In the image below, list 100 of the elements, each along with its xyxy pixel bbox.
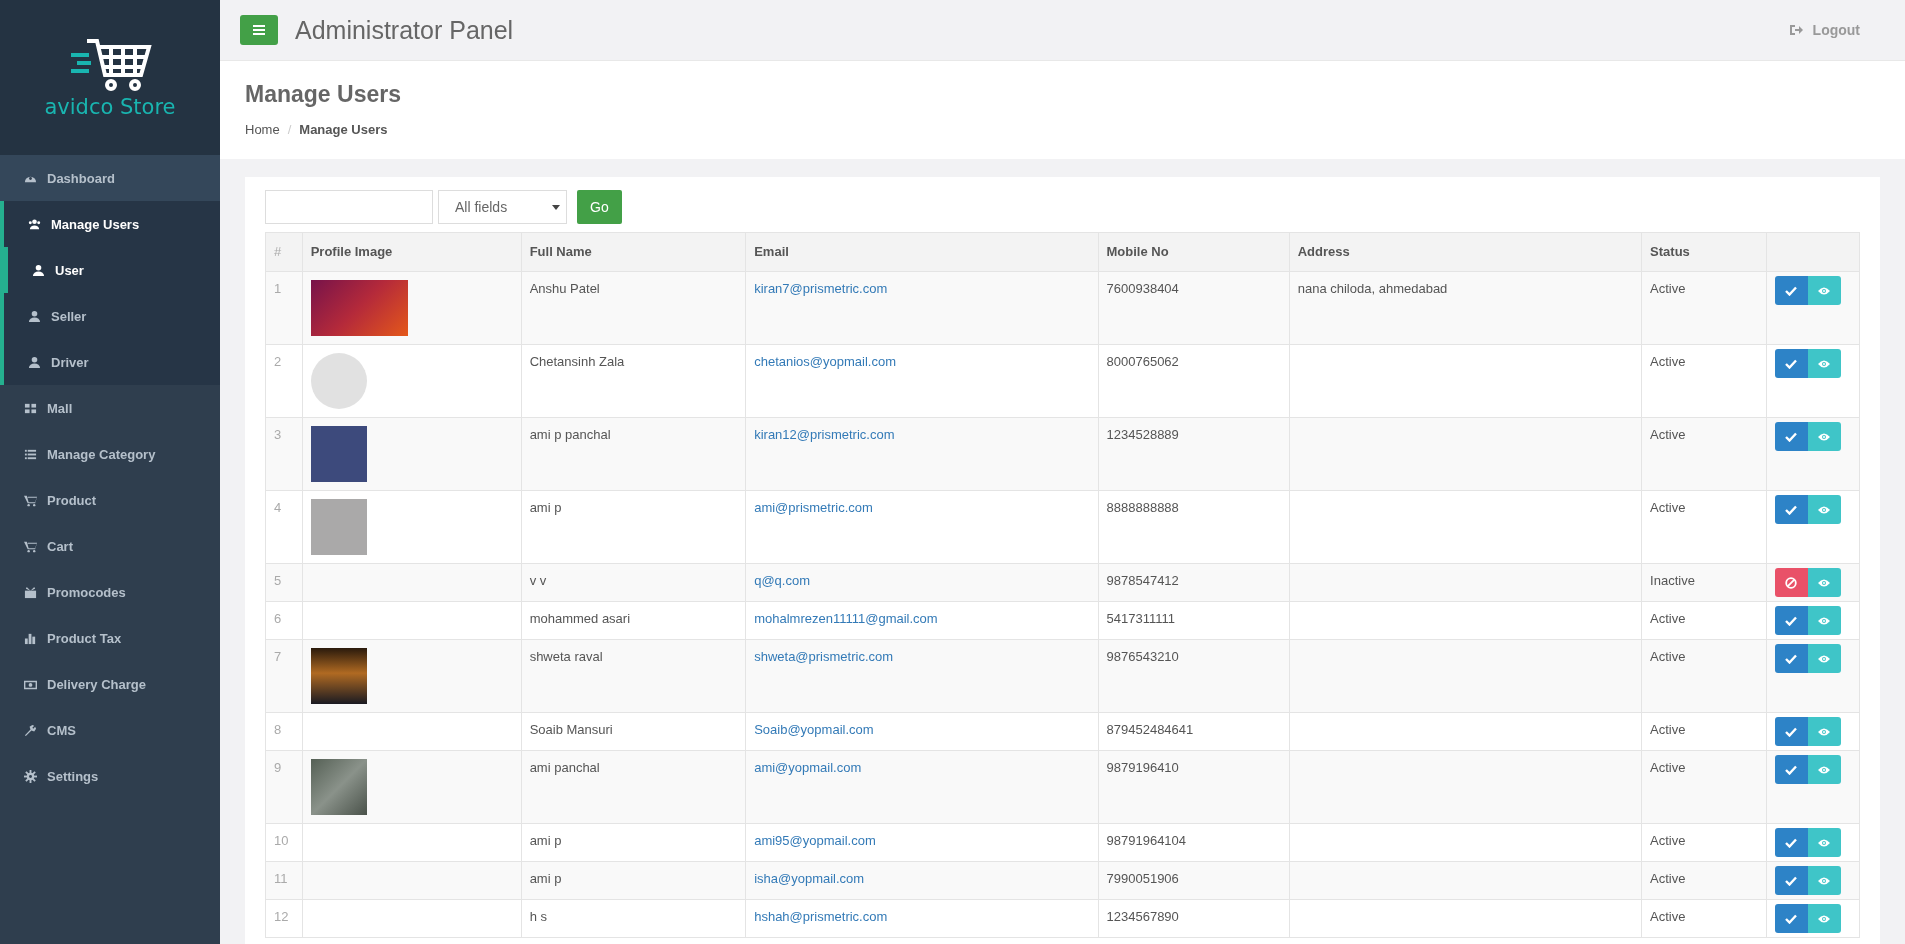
go-button[interactable]: Go [577,190,622,224]
check-icon [1785,726,1798,737]
check-icon [1785,837,1798,848]
status-text: Active [1641,417,1767,491]
eye-icon [1818,654,1831,663]
panel-title: Administrator Panel [295,15,515,45]
email-link[interactable]: shweta@prismetric.com [754,649,894,665]
sidebar-item[interactable]: CMS [0,707,220,753]
sidebar-item[interactable]: Seller [4,293,220,339]
check-icon [1785,431,1798,442]
logout-icon [1789,24,1803,36]
table-cell: 9878547412 [1098,563,1290,602]
check-button[interactable] [1774,606,1808,636]
view-button[interactable] [1807,644,1841,674]
user-icon [28,355,41,369]
eye-icon [1818,505,1831,514]
view-button[interactable] [1807,828,1841,858]
list-icon [24,447,37,461]
breadcrumb-item[interactable]: Home [245,122,280,137]
row-number: 5 [265,563,303,602]
column-header: Profile Image [302,232,522,272]
sidebar-item[interactable]: Dashboard [0,155,220,201]
check-icon [1785,764,1798,775]
check-button[interactable] [1774,866,1808,896]
email-link[interactable]: isha@yopmail.com [754,871,865,887]
sidebar-item[interactable]: Product [0,477,220,523]
check-button[interactable] [1774,755,1808,785]
search-field[interactable] [265,190,433,224]
table-cell: 8888888888 [1098,490,1290,564]
check-button[interactable] [1774,828,1808,858]
table-cell: 9876543210 [1098,639,1290,713]
sidebar-item[interactable]: Settings [0,753,220,799]
sidebar-item[interactable]: User [0,247,220,293]
table-cell: 7600938404 [1098,271,1290,345]
sidebar-item[interactable]: Driver [4,339,220,385]
email-link[interactable]: chetanios@yopmail.com [754,354,896,370]
column-header: Mobile No [1098,232,1290,272]
email-link[interactable]: ami95@yopmail.com [754,833,876,849]
column-header: Full Name [521,232,746,272]
bar-chart-icon [24,631,37,645]
view-button[interactable] [1807,276,1841,306]
view-button[interactable] [1807,568,1841,598]
check-icon [1785,285,1798,296]
view-button[interactable] [1807,422,1841,452]
table-cell: 98791964104 [1098,823,1290,862]
check-button[interactable] [1774,349,1808,379]
check-button[interactable] [1774,644,1808,674]
wrench-icon [24,723,37,737]
eye-icon [1818,765,1831,774]
sidebar-item[interactable]: Manage Category [0,431,220,477]
status-text: Active [1641,861,1767,900]
check-icon [1785,358,1798,369]
check-button[interactable] [1774,422,1808,452]
email-link[interactable]: kiran12@prismetric.com [754,427,895,443]
view-button[interactable] [1807,866,1841,896]
sidebar-item[interactable]: Product Tax [0,615,220,661]
eye-icon [1818,914,1831,923]
sidebar-item[interactable]: Manage Users [4,201,220,247]
check-button[interactable] [1774,717,1808,747]
view-button[interactable] [1807,755,1841,785]
email-link[interactable]: ami@prismetric.com [754,500,873,516]
user-icon [28,309,41,323]
table-cell: ami p [521,823,746,862]
check-icon [1785,653,1798,664]
status-text: Active [1641,639,1767,713]
caret-icon [552,204,560,210]
status-text: Active [1641,823,1767,862]
email-link[interactable]: Soaib@yopmail.com [754,722,874,738]
view-button[interactable] [1807,495,1841,525]
view-button[interactable] [1807,349,1841,379]
table-cell: ami p [521,861,746,900]
ban-button[interactable] [1774,568,1808,598]
sidebar-item[interactable]: Promocodes [0,569,220,615]
menu-button[interactable] [240,15,278,45]
grid-icon [24,401,37,415]
table-cell: 9879196410 [1098,750,1290,824]
email-link[interactable]: kiran7@prismetric.com [754,281,888,297]
table-cell: Chetansinh Zala [521,344,746,418]
email-link[interactable]: q@q.com [754,573,810,589]
view-button[interactable] [1807,904,1841,934]
table-cell: nana chiloda, ahmedabad [1289,271,1642,345]
email-link[interactable]: ami@yopmail.com [754,760,862,776]
sidebar-item[interactable]: Cart [0,523,220,569]
eye-icon [1818,286,1831,295]
eye-icon [1818,727,1831,736]
view-button[interactable] [1807,606,1841,636]
check-button[interactable] [1774,495,1808,525]
settings-icon [24,769,37,783]
check-button[interactable] [1774,904,1808,934]
eye-icon [1818,432,1831,441]
sidebar-item[interactable]: Mall [0,385,220,431]
user-icon [32,263,45,277]
status-text: Active [1641,899,1767,938]
view-button[interactable] [1807,717,1841,747]
field-dropdown[interactable]: All fields [438,190,567,224]
sidebar-item[interactable]: Delivery Charge [0,661,220,707]
email-link[interactable]: hshah@prismetric.com [754,909,888,925]
row-number: 10 [265,823,303,862]
menu-icon [253,25,265,35]
check-button[interactable] [1774,276,1808,306]
